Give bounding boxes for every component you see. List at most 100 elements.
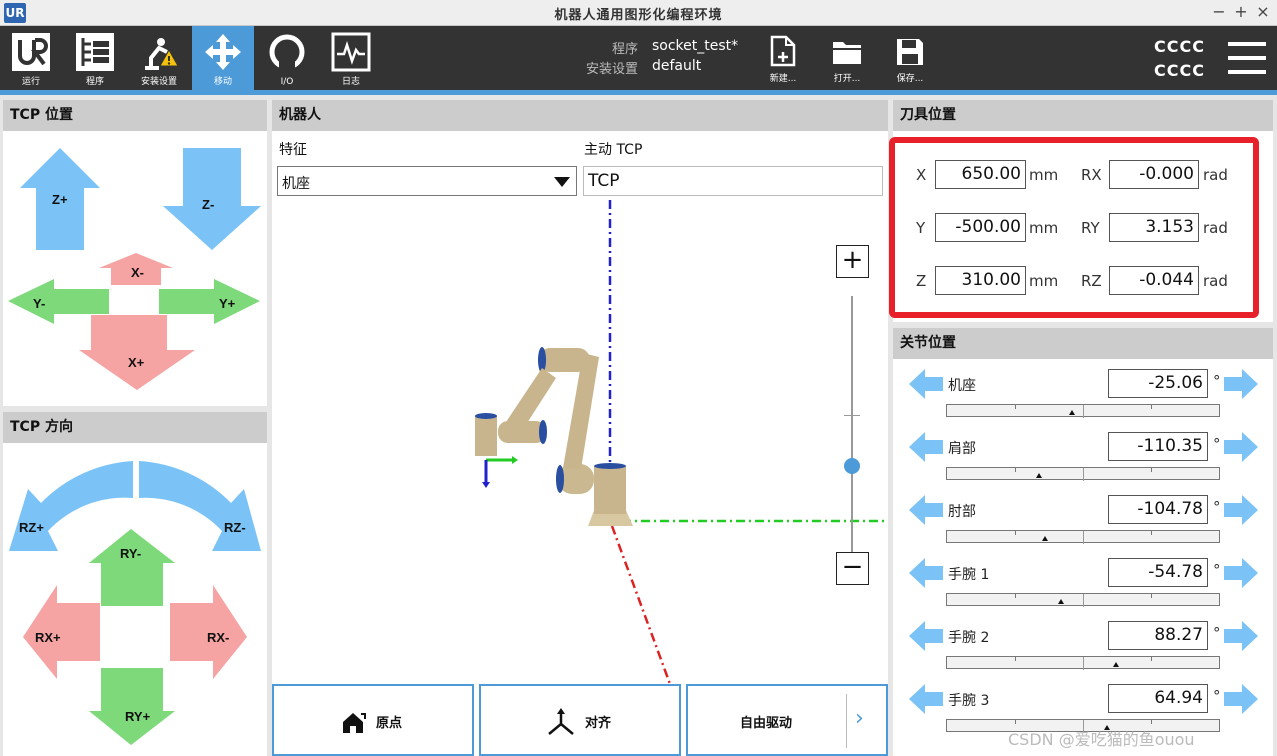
rx-minus-label: RX- bbox=[207, 630, 230, 645]
installation-name: default bbox=[652, 58, 702, 74]
chevron-right-icon[interactable]: › bbox=[855, 706, 864, 731]
tab-installation-label: 安装设置 bbox=[140, 77, 177, 87]
watermark: CSDN @爱吃猫的鱼ouou bbox=[1008, 730, 1195, 749]
tab-io-label: I/O bbox=[280, 77, 294, 87]
program-name: socket_test* bbox=[652, 38, 739, 54]
tab-io[interactable]: I/O bbox=[256, 26, 318, 90]
save-button[interactable]: 保存... bbox=[881, 32, 939, 86]
tab-program-label: 程序 bbox=[85, 77, 104, 87]
joint-decrease-arrow-icon[interactable] bbox=[909, 621, 943, 651]
tab-run-label: 运行 bbox=[21, 77, 40, 87]
ur-logo-icon bbox=[12, 33, 50, 71]
freedrive-button[interactable]: 自由驱动 › bbox=[686, 684, 888, 756]
feature-label: 特征 bbox=[279, 142, 307, 158]
ry-value-field[interactable]: 3.153 bbox=[1109, 213, 1199, 242]
joint-range-marker bbox=[1036, 473, 1043, 478]
rx-unit: rad bbox=[1203, 166, 1228, 184]
y-plus-arrow[interactable] bbox=[159, 279, 260, 324]
joint-increase-arrow-icon[interactable] bbox=[1224, 369, 1258, 399]
joint-position-panel: 关节位置 机座 -25.06 ° 肩部 -110.35 ° 肘部 -104.78 ° 手腕 1 -5… bbox=[893, 328, 1273, 756]
align-button-label: 对齐 bbox=[585, 716, 612, 731]
z-value-field[interactable]: 310.00 bbox=[935, 266, 1026, 295]
joint-decrease-arrow-icon[interactable] bbox=[909, 558, 943, 588]
active-tcp-field[interactable]: TCP bbox=[583, 166, 883, 196]
io-icon bbox=[269, 34, 305, 70]
joint-value-field[interactable]: 64.94 bbox=[1108, 684, 1208, 713]
home-button[interactable]: 原点 bbox=[272, 684, 474, 756]
joint-decrease-arrow-icon[interactable] bbox=[909, 684, 943, 714]
new-button[interactable]: 新建... bbox=[754, 32, 812, 86]
y-minus-label: Y- bbox=[33, 296, 46, 311]
maximize-button[interactable]: + bbox=[1232, 3, 1250, 21]
tab-log-label: 日志 bbox=[341, 77, 360, 87]
ry-plus-label: RY+ bbox=[125, 709, 151, 724]
hamburger-menu-icon[interactable] bbox=[1228, 42, 1266, 74]
robot-warning-icon bbox=[145, 38, 179, 70]
joint-row: 手腕 2 88.27 ° bbox=[893, 620, 1273, 676]
tab-log[interactable]: 日志 bbox=[320, 26, 382, 90]
z-plus-label: Z+ bbox=[52, 192, 68, 207]
degree-unit: ° bbox=[1213, 624, 1221, 642]
robot-panel: 机器人 特征 主动 TCP 机座 TCP + − bbox=[272, 100, 888, 756]
joint-decrease-arrow-icon[interactable] bbox=[909, 495, 943, 525]
joint-decrease-arrow-icon[interactable] bbox=[909, 369, 943, 399]
joint-row: 肘部 -104.78 ° bbox=[893, 494, 1273, 550]
tcp-position-title: TCP 位置 bbox=[3, 100, 267, 131]
joint-decrease-arrow-icon[interactable] bbox=[909, 432, 943, 462]
minimize-button[interactable]: − bbox=[1210, 3, 1228, 21]
tool-position-title: 刀具位置 bbox=[893, 100, 1273, 131]
joint-value-field[interactable]: -54.78 bbox=[1108, 558, 1208, 587]
joint-range-bar[interactable] bbox=[946, 467, 1220, 481]
degree-unit: ° bbox=[1213, 372, 1221, 390]
joint-value-field[interactable]: -25.06 bbox=[1108, 369, 1208, 398]
joint-name: 手腕 3 bbox=[948, 693, 990, 709]
robot-3d-view[interactable] bbox=[272, 198, 888, 684]
zoom-in-button[interactable]: + bbox=[836, 245, 869, 278]
new-button-label: 新建... bbox=[769, 74, 797, 84]
joint-range-bar[interactable] bbox=[946, 530, 1220, 544]
joint-position-title: 关节位置 bbox=[893, 328, 1273, 359]
ry-plus-arrow[interactable] bbox=[89, 668, 175, 745]
z-unit: mm bbox=[1029, 272, 1059, 290]
rz-value-field[interactable]: -0.044 bbox=[1109, 266, 1199, 295]
tab-move[interactable]: 移动 bbox=[192, 26, 254, 90]
joint-range-bar[interactable] bbox=[946, 656, 1220, 670]
ry-minus-arrow[interactable] bbox=[89, 529, 175, 606]
zoom-slider-handle[interactable] bbox=[844, 458, 860, 474]
joint-increase-arrow-icon[interactable] bbox=[1224, 495, 1258, 525]
y-unit: mm bbox=[1029, 219, 1059, 237]
rz-plus-arrow[interactable] bbox=[9, 461, 133, 551]
joint-range-bar[interactable] bbox=[946, 593, 1220, 607]
zoom-out-button[interactable]: − bbox=[836, 552, 869, 585]
save-button-label: 保存... bbox=[896, 74, 924, 84]
zoom-slider-track[interactable] bbox=[851, 296, 853, 558]
x-plus-arrow[interactable] bbox=[79, 315, 195, 390]
tab-installation[interactable]: 安装设置 bbox=[128, 26, 190, 90]
joint-increase-arrow-icon[interactable] bbox=[1224, 621, 1258, 651]
installation-label: 安装设置 bbox=[586, 62, 639, 77]
joint-range-marker bbox=[1069, 410, 1076, 415]
joint-value-field[interactable]: -110.35 bbox=[1108, 432, 1208, 461]
joint-range-bar[interactable] bbox=[946, 404, 1220, 418]
active-tcp-label: 主动 TCP bbox=[584, 142, 643, 158]
rx-value-field[interactable]: -0.000 bbox=[1109, 160, 1199, 189]
feature-select[interactable]: 机座 bbox=[277, 166, 577, 196]
joint-increase-arrow-icon[interactable] bbox=[1224, 684, 1258, 714]
tab-program[interactable]: 程序 bbox=[64, 26, 126, 90]
align-button[interactable]: 对齐 bbox=[479, 684, 681, 756]
joint-value-field[interactable]: 88.27 bbox=[1108, 621, 1208, 650]
x-value-field[interactable]: 650.00 bbox=[935, 160, 1026, 189]
joint-name: 肘部 bbox=[948, 504, 976, 520]
open-button[interactable]: 打开... bbox=[818, 32, 876, 86]
tab-run[interactable]: 运行 bbox=[0, 26, 62, 90]
ry-unit: rad bbox=[1203, 219, 1228, 237]
program-label: 程序 bbox=[612, 42, 639, 57]
toolbar-accent-bar bbox=[0, 90, 1277, 95]
joint-increase-arrow-icon[interactable] bbox=[1224, 558, 1258, 588]
rz-minus-arrow[interactable] bbox=[139, 461, 261, 551]
close-button[interactable]: × bbox=[1254, 3, 1272, 21]
z-minus-label: Z- bbox=[202, 197, 215, 212]
joint-value-field[interactable]: -104.78 bbox=[1108, 495, 1208, 524]
joint-increase-arrow-icon[interactable] bbox=[1224, 432, 1258, 462]
y-value-field[interactable]: -500.00 bbox=[935, 213, 1026, 242]
